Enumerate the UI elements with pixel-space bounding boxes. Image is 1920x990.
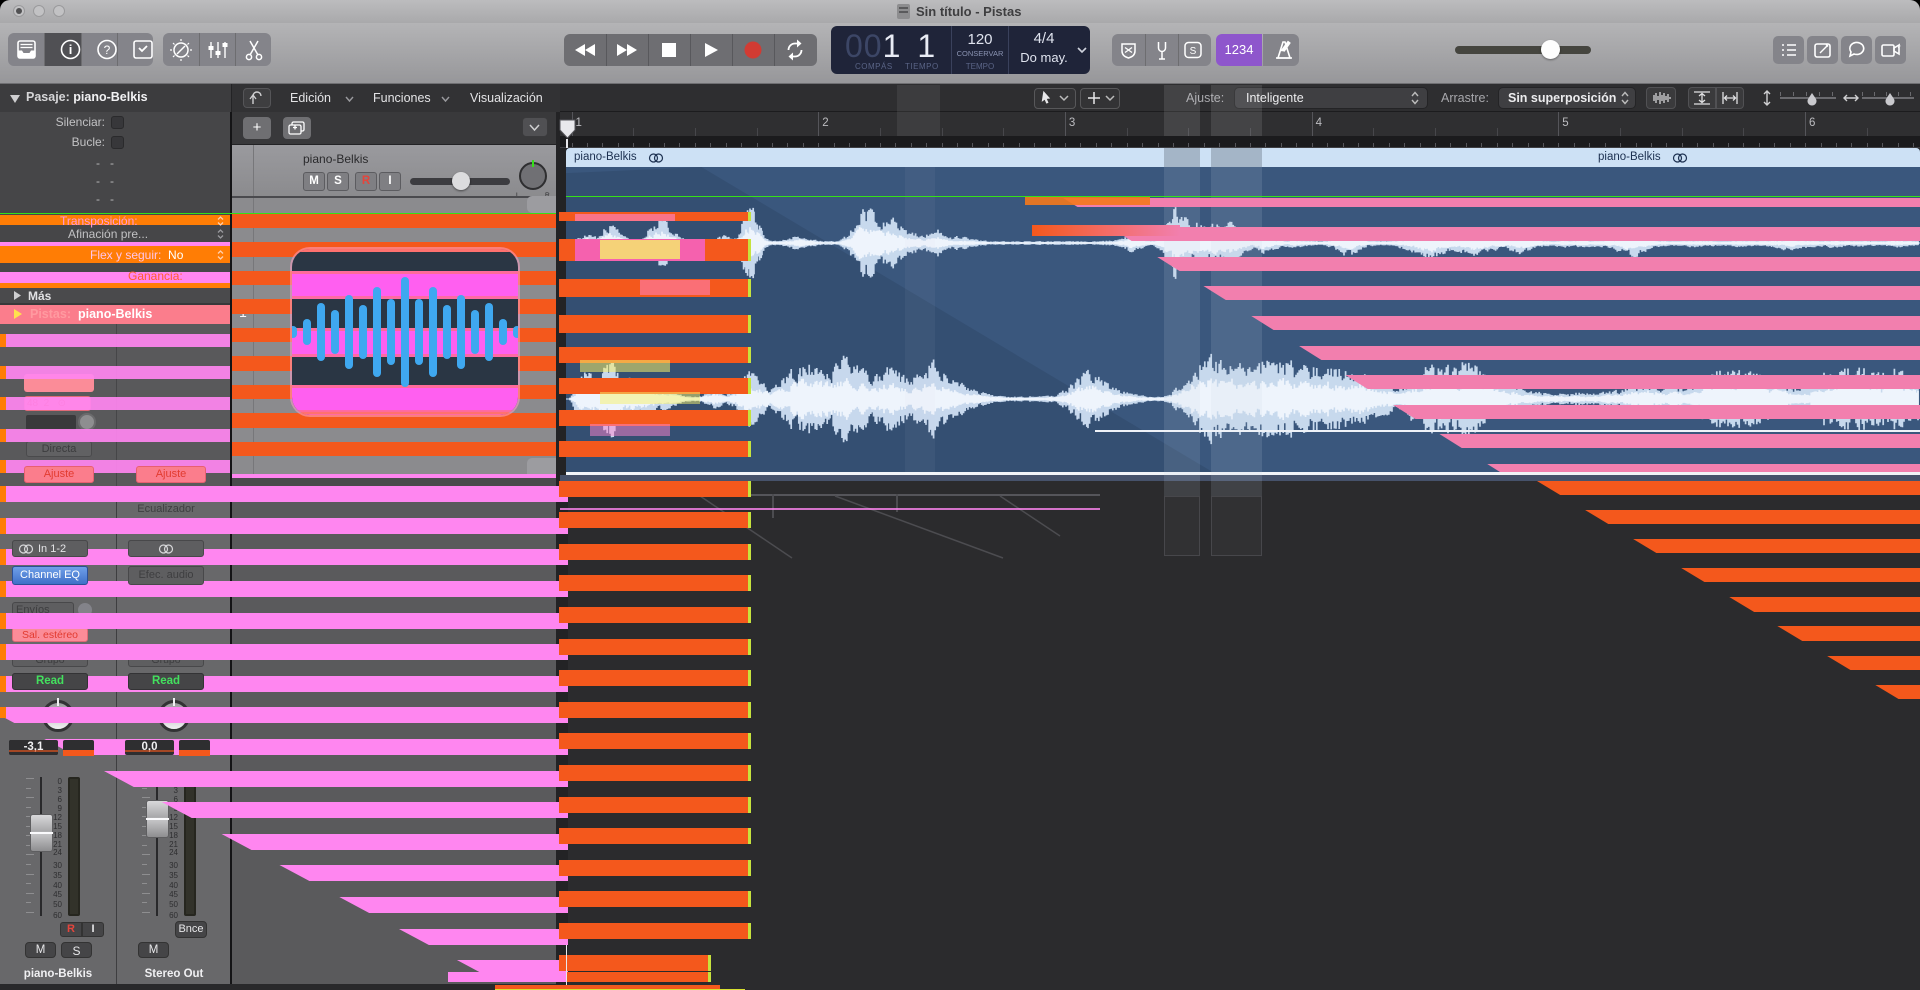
svg-text:♪: ♪ xyxy=(1897,41,1901,50)
svg-text:S: S xyxy=(1190,46,1197,57)
